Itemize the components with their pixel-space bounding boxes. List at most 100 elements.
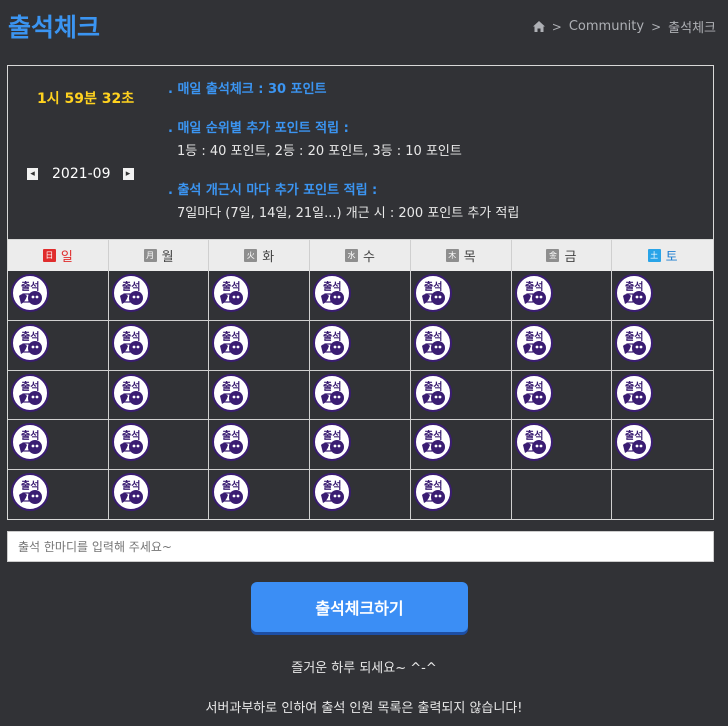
info-detail: 1등 : 40 포인트, 2등 : 20 포인트, 3등 : 10 포인트 — [177, 144, 462, 159]
svg-text:출석: 출석 — [21, 380, 39, 393]
attendance-panel: 1시 59분 32초 ◂ 2021-09 ▸ . 매일 출석체크 : 30 포인… — [7, 65, 714, 520]
attendance-stamp-icon: 출석 — [313, 473, 352, 512]
next-month-button[interactable]: ▸ — [122, 168, 134, 180]
svg-text:출석: 출석 — [323, 280, 341, 293]
svg-text:출석: 출석 — [424, 280, 442, 293]
home-icon[interactable] — [532, 21, 545, 32]
calendar-cell — [512, 470, 613, 520]
info-heading: . 매일 순위별 추가 포인트 적립 : — [168, 121, 349, 136]
calendar-cell: 출석 — [209, 320, 311, 371]
calendar-cell: 출석 — [109, 470, 210, 520]
attendance-stamp-icon: 출석 — [313, 274, 352, 312]
weekday-label: 일 — [60, 250, 73, 265]
calendar-cell: 출석 — [511, 320, 613, 371]
weekday-char: 金 — [546, 249, 560, 262]
calendar-cell: 출석 — [411, 470, 512, 520]
weekday-char: 日 — [42, 249, 56, 262]
point-info: . 매일 출석체크 : 30 포인트 . 매일 순위별 추가 포인트 적립 : … — [168, 78, 519, 221]
calendar-cell: 출석 — [310, 470, 411, 520]
prev-month-button[interactable]: ◂ — [27, 168, 38, 180]
comment-input[interactable] — [7, 531, 714, 562]
svg-text:출석: 출석 — [424, 330, 442, 343]
calendar-cell: 출석 — [8, 370, 109, 421]
calendar-cell: 출석 — [8, 420, 109, 471]
attendance-stamp-icon: 출석 — [111, 323, 150, 362]
svg-text:출석: 출석 — [323, 380, 341, 393]
calendar-cell: 출석 — [8, 271, 109, 321]
svg-text:출석: 출석 — [625, 380, 643, 393]
weekday-label: 수 — [363, 250, 375, 265]
attendance-stamp-icon: 출석 — [11, 423, 49, 462]
svg-text:출석: 출석 — [424, 429, 442, 442]
calendar-cell: 출석 — [108, 320, 210, 371]
checkin-button[interactable]: 출석체크하기 — [251, 582, 468, 632]
attendance-stamp-icon: 출석 — [413, 373, 452, 412]
svg-text:출석: 출석 — [222, 280, 240, 293]
calendar-cell: 출석 — [612, 371, 713, 421]
weekday-char: 木 — [445, 249, 459, 262]
month-label: 2021-09 — [52, 166, 111, 182]
svg-text:출석: 출석 — [21, 330, 39, 343]
attendance-stamp-icon: 출석 — [11, 323, 49, 362]
calendar-cell: 출석 — [511, 271, 613, 321]
greeting-message: 즐거운 하루 되세요~ ^-^ — [291, 661, 437, 676]
page-title: 출석체크 — [8, 13, 101, 42]
calendar-cell: 출석 — [209, 420, 311, 471]
svg-text:출석: 출석 — [222, 330, 240, 343]
weekday-label: 화 — [262, 250, 275, 265]
calendar-cell: 출석 — [108, 370, 210, 421]
svg-text:출석: 출석 — [323, 479, 341, 492]
weekday-sun: 日일 — [8, 240, 109, 271]
attendance-stamp-icon: 출석 — [514, 423, 553, 462]
svg-text:출석: 출석 — [323, 330, 341, 343]
attendance-stamp-icon: 출석 — [111, 473, 150, 512]
calendar-cell: 출석 — [108, 271, 210, 321]
breadcrumb-community[interactable]: Community — [569, 19, 644, 34]
svg-text:출석: 출석 — [323, 429, 341, 442]
calendar-cell: 출석 — [310, 320, 411, 371]
attendance-stamp-icon: 출석 — [111, 274, 150, 312]
calendar-cell: 출석 — [612, 271, 713, 321]
calendar-cell: 출석 — [8, 470, 109, 520]
attendance-stamp-icon: 출석 — [212, 323, 251, 362]
svg-text:출석: 출석 — [122, 429, 140, 442]
weekday-label: 토 — [665, 250, 678, 265]
svg-text:출석: 출석 — [424, 479, 442, 492]
weekday-label: 월 — [161, 250, 174, 265]
weekday-label: 목 — [463, 250, 476, 265]
attendance-stamp-icon: 출석 — [514, 274, 553, 312]
calendar-cell: 출석 — [209, 271, 311, 321]
weekday-char: 土 — [647, 249, 661, 262]
attendance-stamp-icon: 출석 — [313, 373, 352, 412]
calendar-cell: 출석 — [310, 420, 411, 471]
info-heading: . 매일 출석체크 : 30 포인트 — [168, 82, 327, 97]
calendar-cell: 출석 — [410, 370, 512, 421]
attendance-stamp-icon: 출석 — [514, 323, 553, 362]
svg-text:출석: 출석 — [21, 280, 39, 293]
calendar-cell: 출석 — [410, 420, 512, 471]
weekday-char: 火 — [244, 249, 258, 262]
chevron-right-icon: > — [651, 19, 662, 34]
calendar-cell: 출석 — [612, 420, 713, 471]
attendance-stamp-icon: 출석 — [413, 323, 452, 362]
svg-text:출석: 출석 — [122, 330, 140, 343]
calendar-cell: 출석 — [511, 370, 613, 421]
attendance-stamp-icon: 출석 — [615, 373, 654, 412]
server-notice: 서버과부하로 인하여 출석 인원 목록은 출력되지 않습니다! — [205, 701, 523, 716]
svg-text:출석: 출석 — [525, 330, 543, 343]
info-detail: 7일마다 (7일, 14일, 21일...) 개근 시 : 200 포인트 추가… — [177, 206, 520, 221]
calendar-cell — [612, 470, 713, 520]
attendance-stamp-icon: 출석 — [313, 423, 352, 462]
svg-text:출석: 출석 — [222, 380, 240, 393]
attendance-stamp-icon: 출석 — [11, 274, 49, 312]
calendar-cell: 출석 — [209, 470, 311, 520]
info-heading: . 출석 개근시 마다 추가 포인트 적립 : — [168, 183, 378, 198]
svg-text:출석: 출석 — [625, 429, 643, 442]
calendar-cell: 출석 — [8, 320, 109, 371]
calendar-cell: 출석 — [511, 420, 613, 471]
weekday-wed: 水수 — [310, 240, 411, 271]
attendance-stamp-icon: 출석 — [413, 423, 452, 462]
svg-text:출석: 출석 — [424, 380, 442, 393]
weekday-thu: 木목 — [411, 240, 512, 271]
attendance-stamp-icon: 출석 — [615, 423, 654, 462]
